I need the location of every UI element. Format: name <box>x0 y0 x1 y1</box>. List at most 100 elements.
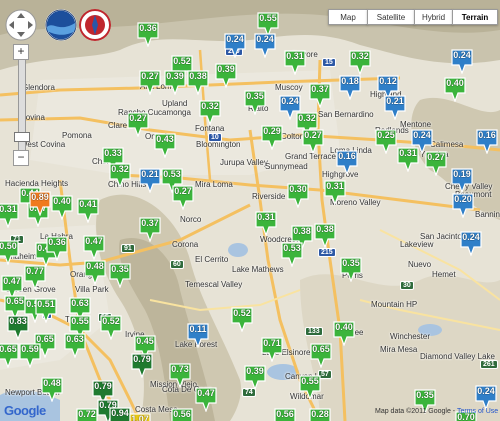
precip-marker[interactable]: 0.39 <box>214 62 238 88</box>
marker-value: 0.39 <box>246 366 264 376</box>
precip-marker[interactable]: 0.72 <box>75 407 99 421</box>
precip-marker[interactable]: 0.52 <box>230 306 254 332</box>
precip-marker[interactable]: 0.36 <box>45 235 69 261</box>
precip-marker[interactable]: 0.48 <box>40 376 64 402</box>
precip-marker[interactable]: 0.32 <box>108 162 132 188</box>
precip-marker[interactable]: 0.40 <box>50 194 74 220</box>
marker-value: 0.33 <box>104 148 122 158</box>
precip-marker[interactable]: 0.38 <box>186 69 210 95</box>
precip-marker[interactable]: 0.28 <box>308 407 332 421</box>
precip-marker[interactable]: 0.89 <box>28 190 52 216</box>
precip-marker[interactable]: 0.40 <box>443 76 467 102</box>
precip-marker[interactable]: 0.24 <box>223 32 247 58</box>
precip-marker[interactable]: 0.24 <box>450 48 474 74</box>
precip-marker[interactable]: 0.41 <box>76 197 100 223</box>
marker-value: 0.31 <box>326 181 344 191</box>
precip-marker[interactable]: 0.37 <box>138 216 162 242</box>
terms-link[interactable]: Terms of Use <box>457 408 498 415</box>
zoom-slider-track[interactable] <box>18 52 26 162</box>
zoom-slider-thumb[interactable] <box>14 132 30 142</box>
map-canvas[interactable]: Glendora Covina West Covina Pomona Claremont… <box>0 0 500 421</box>
zoom-out-button[interactable]: − <box>13 150 29 166</box>
precip-marker[interactable]: 0.50 <box>0 239 20 265</box>
precip-marker[interactable]: 0.65 <box>309 342 333 368</box>
precip-marker[interactable]: 0.30 <box>286 182 310 208</box>
marker-value: 0.40 <box>53 196 71 206</box>
precip-marker[interactable]: 0.31 <box>396 146 420 172</box>
place-label: Temescal Valley <box>185 280 243 289</box>
precip-marker[interactable]: 0.56 <box>170 407 194 421</box>
precip-marker[interactable]: 0.77 <box>23 264 47 290</box>
precip-marker[interactable]: 0.25 <box>374 128 398 154</box>
precip-marker[interactable]: 0.47 <box>194 386 218 412</box>
marker-value: 0.35 <box>342 258 360 268</box>
precip-marker[interactable]: 0.19 <box>450 167 474 193</box>
precip-marker[interactable]: 0.40 <box>332 320 356 346</box>
precip-marker[interactable]: 0.27 <box>126 111 150 137</box>
marker-value: 0.31 <box>257 212 275 222</box>
precip-marker[interactable]: 0.73 <box>168 362 192 388</box>
precip-marker[interactable]: 0.31 <box>254 210 278 236</box>
marker-value: 0.30 <box>289 184 307 194</box>
precip-marker[interactable]: 0.31 <box>283 49 307 75</box>
precip-marker[interactable]: 0.31 <box>0 202 20 228</box>
map-type-satellite-button[interactable]: Satellite <box>367 9 415 25</box>
precip-marker[interactable]: 0.18 <box>338 74 362 100</box>
precip-marker[interactable]: 0.59 <box>18 342 42 368</box>
map-type-hybrid-button[interactable]: Hybrid <box>414 9 453 25</box>
precip-marker[interactable]: 0.39 <box>163 69 187 95</box>
precip-marker[interactable]: 0.20 <box>451 192 475 218</box>
marker-value: 0.38 <box>293 226 311 236</box>
precip-marker[interactable]: 0.38 <box>313 222 337 248</box>
map-type-terrain-button[interactable]: Terrain <box>452 9 498 25</box>
pan-control[interactable] <box>4 8 38 42</box>
precip-marker[interactable]: 0.21 <box>138 167 162 193</box>
precip-marker[interactable]: 0.24 <box>474 384 498 410</box>
precip-marker[interactable]: 0.52 <box>99 314 123 340</box>
precip-marker[interactable]: 0.27 <box>171 184 195 210</box>
precip-marker[interactable]: 0.35 <box>243 89 267 115</box>
precip-marker[interactable]: 0.21 <box>383 94 407 120</box>
precip-marker[interactable]: 0.35 <box>108 262 132 288</box>
marker-value: 0.16 <box>478 130 496 140</box>
precip-marker[interactable]: 0.65 <box>0 342 20 368</box>
precip-marker[interactable]: 0.31 <box>323 179 347 205</box>
precip-marker[interactable]: 0.27 <box>301 128 325 154</box>
precip-marker[interactable]: 0.53 <box>280 241 304 267</box>
precip-marker[interactable]: 0.32 <box>348 49 372 75</box>
precip-marker[interactable]: 0.24 <box>253 32 277 58</box>
place-label: Muscoy <box>275 83 303 92</box>
precip-marker[interactable]: 0.71 <box>260 336 284 362</box>
precip-marker[interactable]: 0.16 <box>335 149 359 175</box>
precip-marker[interactable]: 0.35 <box>339 256 363 282</box>
precip-marker[interactable]: 0.24 <box>459 230 483 256</box>
precip-marker[interactable]: 0.56 <box>273 407 297 421</box>
precip-marker[interactable]: 1.07 <box>128 412 152 421</box>
precip-marker[interactable]: 0.48 <box>83 259 107 285</box>
precip-marker[interactable]: 0.11 <box>186 322 210 348</box>
precip-marker[interactable]: 0.47 <box>82 234 106 260</box>
precip-marker[interactable]: 0.27 <box>138 69 162 95</box>
precip-marker[interactable]: 0.63 <box>63 332 87 358</box>
precip-marker[interactable]: 0.43 <box>153 132 177 158</box>
zoom-in-button[interactable]: + <box>13 44 29 60</box>
marker-value: 0.38 <box>316 224 334 234</box>
precip-marker[interactable]: 0.83 <box>6 314 30 340</box>
precip-marker[interactable]: 0.27 <box>424 150 448 176</box>
marker-value: 0.35 <box>111 264 129 274</box>
map-type-map-button[interactable]: Map <box>328 9 368 25</box>
highway-shield: 91 <box>121 244 135 253</box>
precip-marker[interactable]: 0.29 <box>260 124 284 150</box>
precip-marker[interactable]: 0.37 <box>308 82 332 108</box>
precip-marker[interactable]: 0.36 <box>136 21 160 47</box>
precip-marker[interactable]: 0.16 <box>475 128 499 154</box>
marker-value: 0.21 <box>386 96 404 106</box>
precip-marker[interactable]: 0.32 <box>198 99 222 125</box>
marker-value: 0.24 <box>413 130 431 140</box>
precip-marker[interactable]: 0.79 <box>130 352 154 378</box>
precip-marker[interactable]: 0.55 <box>298 374 322 400</box>
marker-value: 0.51 <box>37 299 55 309</box>
precip-marker[interactable]: 0.51 <box>34 297 58 323</box>
marker-value: 0.47 <box>85 236 103 246</box>
precip-marker[interactable]: 0.39 <box>243 364 267 390</box>
